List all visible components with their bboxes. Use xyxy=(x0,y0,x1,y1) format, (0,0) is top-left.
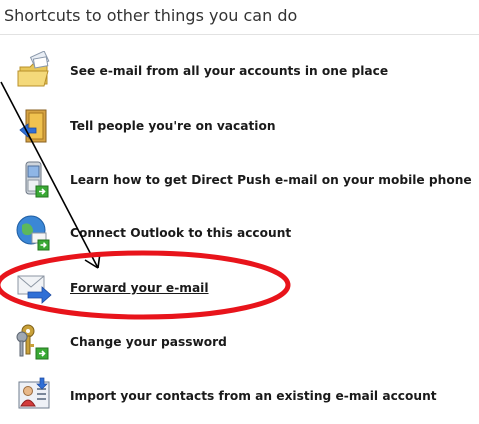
section-heading: Shortcuts to other things you can do xyxy=(4,6,298,25)
folder-mail-icon xyxy=(14,51,56,91)
contact-card-icon xyxy=(14,376,56,416)
shortcut-label[interactable]: Learn how to get Direct Push e-mail on y… xyxy=(70,173,472,187)
shortcut-import-contacts[interactable]: Import your contacts from an existing e-… xyxy=(14,376,474,416)
shortcut-vacation[interactable]: Tell people you're on vacation xyxy=(14,106,474,146)
shortcut-label[interactable]: Change your password xyxy=(70,335,227,349)
shortcut-label[interactable]: Import your contacts from an existing e-… xyxy=(70,389,437,403)
shortcut-forward-email[interactable]: Forward your e-mail xyxy=(14,268,474,308)
globe-outlook-icon xyxy=(14,213,56,253)
shortcut-label[interactable]: Tell people you're on vacation xyxy=(70,119,276,133)
shortcut-change-password[interactable]: Change your password xyxy=(14,322,474,362)
shortcut-label[interactable]: Connect Outlook to this account xyxy=(70,226,291,240)
shortcut-direct-push[interactable]: Learn how to get Direct Push e-mail on y… xyxy=(14,160,474,200)
keys-icon xyxy=(14,322,56,362)
door-exit-icon xyxy=(14,106,56,146)
shortcut-label[interactable]: Forward your e-mail xyxy=(70,281,209,295)
shortcut-label[interactable]: See e-mail from all your accounts in one… xyxy=(70,64,388,78)
shortcuts-panel: See e-mail from all your accounts in one… xyxy=(0,34,479,424)
mobile-phone-icon xyxy=(14,160,56,200)
shortcut-see-all-email[interactable]: See e-mail from all your accounts in one… xyxy=(14,51,474,91)
shortcut-connect-outlook[interactable]: Connect Outlook to this account xyxy=(14,213,474,253)
envelope-forward-icon xyxy=(14,268,56,308)
